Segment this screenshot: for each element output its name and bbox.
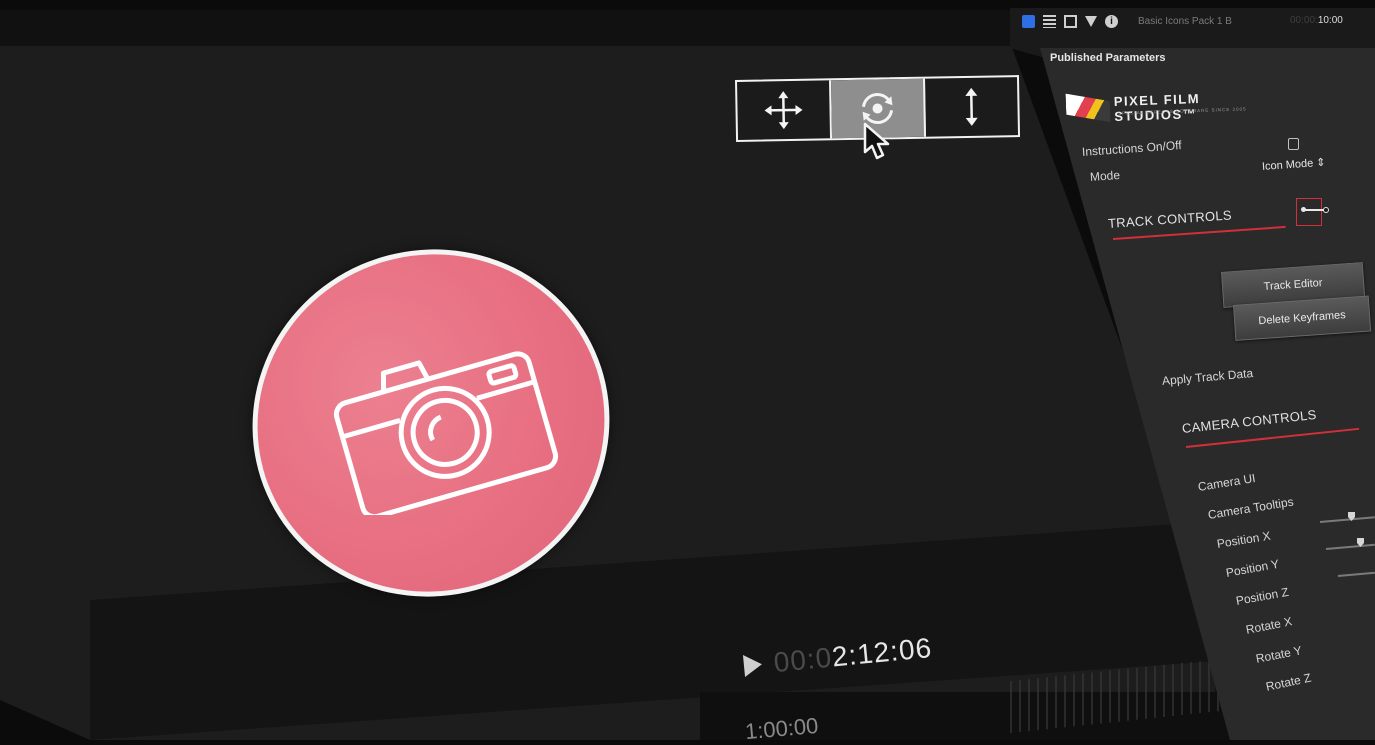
viewer-top-strip [0,10,1040,46]
mouse-cursor-icon [862,122,894,162]
film-inspector-tab-icon[interactable] [1064,15,1077,28]
track-point-end [1323,207,1329,213]
video-inspector-tab-icon[interactable] [1022,15,1035,28]
updown-arrows-icon: ⇕ [1316,157,1326,170]
text-inspector-tab-icon[interactable] [1043,15,1056,28]
instructions-checkbox[interactable] [1288,138,1299,150]
info-inspector-tab-icon[interactable]: i [1105,15,1118,28]
move-icon [763,90,804,131]
filter-inspector-tab-icon[interactable] [1085,16,1097,27]
inspector-tab-bar: i Basic Icons Pack 1 B 00:00:10:00 [1022,15,1232,28]
pixel-film-studios-logo: PIXEL FILM STUDIOS™ SPECIAL EFFECTS SOFT… [1065,84,1276,127]
track-point-widget[interactable] [1296,198,1322,226]
camera-icon [325,335,560,515]
clip-duration-dim: 00:00: [1290,15,1318,26]
vertical-resize-tool-button[interactable] [925,77,1018,137]
timecode-dim: 00:0 [772,642,833,678]
play-button[interactable] [743,653,763,677]
published-parameters-header: Published Parameters [1050,52,1166,64]
vertical-resize-icon [961,87,982,127]
track-point-start [1301,207,1306,212]
logo-text: PIXEL FILM STUDIOS™ [1114,88,1277,124]
logo-mark-icon [1066,92,1111,124]
clip-duration: 00:00:10:00 [1290,15,1343,26]
clip-name: Basic Icons Pack 1 B [1138,16,1232,27]
move-tool-button[interactable] [737,80,832,140]
timeline-timecode: 1:00:00 [744,713,819,745]
mode-label: Mode [1090,168,1121,184]
clip-duration-value: 10:00 [1318,15,1343,26]
